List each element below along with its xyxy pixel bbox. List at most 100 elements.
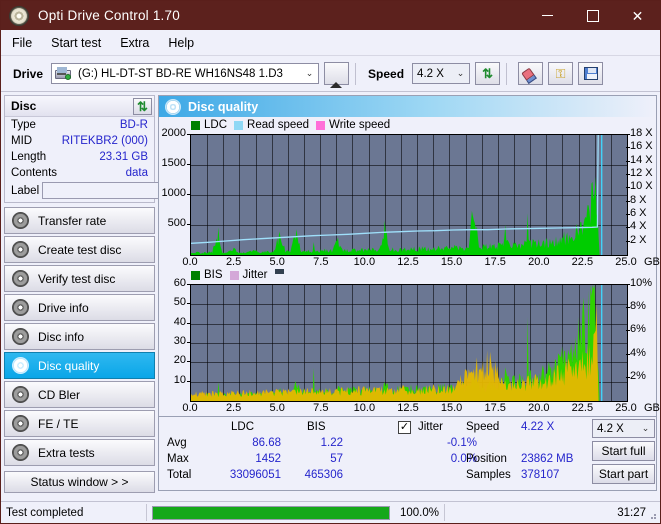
sidebar-item-disc-info[interactable]: Disc info xyxy=(4,323,155,350)
nav-list: Transfer rate Create test disc Verify te… xyxy=(4,207,155,493)
sidebar-item-extra-tests[interactable]: Extra tests xyxy=(4,439,155,466)
y2-tick-mark xyxy=(626,227,630,229)
chart-legend-top: LDC Read speed Write speed xyxy=(191,119,390,131)
refresh-icon: ⇅ xyxy=(482,66,493,81)
y-tick-label: 2000 xyxy=(161,127,186,139)
ldc-read-speed-plot[interactable] xyxy=(190,134,628,256)
y-tick-mark xyxy=(187,134,190,135)
y2-tick-label: 12 X xyxy=(630,167,653,179)
toolbar-divider-2 xyxy=(506,62,508,85)
jitter-label: Jitter xyxy=(418,421,443,433)
x-tick-label: 2.5 xyxy=(225,402,242,414)
x-tick-label: 2.5 xyxy=(225,256,242,268)
sidebar-item-label: Disc info xyxy=(38,329,85,344)
minimize-icon xyxy=(542,15,553,16)
x-tick-label: 12.5 xyxy=(397,402,419,414)
legend-swatch-jitter xyxy=(229,270,239,280)
refresh-button[interactable]: ⇅ xyxy=(475,62,501,85)
maximize-button[interactable] xyxy=(570,1,615,30)
sidebar-item-cd-bler[interactable]: CD Bler xyxy=(4,381,155,408)
y-tick-label: 500 xyxy=(167,217,186,229)
sidebar-item-create-test-disc[interactable]: Create test disc xyxy=(4,236,155,263)
x-tick-label: 7.5 xyxy=(313,402,329,414)
menu-item-extra[interactable]: Extra xyxy=(120,34,159,52)
disc-label-row: Label xyxy=(5,181,231,202)
keys-button[interactable]: ⚿ xyxy=(548,62,574,85)
progress-percent: 100.0% xyxy=(400,506,440,519)
y-tick-label: 20 xyxy=(173,354,186,367)
stats-max-bis: 57 xyxy=(330,453,343,465)
sidebar-item-label: Verify test disc xyxy=(38,271,116,286)
y2-tick-label: 14 X xyxy=(630,153,653,166)
y-tick-mark xyxy=(187,322,190,324)
y2-tick-label: 2 X xyxy=(630,233,647,246)
sidebar-item-label: Disc quality xyxy=(38,358,100,373)
stats-row-label-max: Max xyxy=(167,453,189,465)
x-tick-label: 12.5 xyxy=(397,256,419,268)
disc-row-value: data xyxy=(125,167,148,179)
y2-tick-mark xyxy=(626,376,630,378)
y2-tick-mark xyxy=(626,240,630,242)
sidebar-item-verify-test-disc[interactable]: Verify test disc xyxy=(4,265,155,292)
drive-select[interactable]: (G:) HL-DT-ST BD-RE WH16NS48 1.D3 ⌄ xyxy=(51,63,320,84)
toolbar-divider-1 xyxy=(355,62,357,85)
disc-icon xyxy=(12,328,29,345)
disc-row-value: BD-R xyxy=(119,119,148,131)
y2-tick-label: 6% xyxy=(630,323,646,336)
y2-tick-label: 6 X xyxy=(630,207,647,219)
save-button[interactable] xyxy=(578,62,604,85)
y2-tick-mark xyxy=(626,307,630,309)
x-tick-label: 17.5 xyxy=(484,402,506,414)
legend-swatch-read-speed xyxy=(234,120,244,130)
jitter-checkbox[interactable]: ✓ xyxy=(398,421,411,434)
sidebar-item-drive-info[interactable]: Drive info xyxy=(4,294,155,321)
sidebar-item-transfer-rate[interactable]: Transfer rate xyxy=(4,207,155,234)
position-stat-value: 23862 MB xyxy=(521,453,574,465)
sidebar-item-fe-te[interactable]: FE / TE xyxy=(4,410,155,437)
sidebar-item-disc-quality[interactable]: Disc quality xyxy=(4,352,155,379)
menu-item-file[interactable]: File xyxy=(12,34,42,52)
disc-label-key: Label xyxy=(11,184,40,197)
minimize-button[interactable] xyxy=(525,1,570,30)
disc-quality-card: Disc quality LDC Read speed Write speed … xyxy=(158,95,660,491)
disc-icon xyxy=(12,270,29,287)
status-window-button[interactable]: Status window > > xyxy=(4,471,155,493)
disc-row-key: Type xyxy=(11,119,36,131)
x-tick-label: 20.0 xyxy=(528,256,550,268)
x-tick-label: 0.0 xyxy=(182,402,198,414)
speed-select-value: 4.2 X xyxy=(417,67,444,80)
menu-item-start-test[interactable]: Start test xyxy=(51,34,111,52)
start-part-button[interactable]: Start part xyxy=(592,464,655,484)
close-button[interactable]: ✕ xyxy=(615,1,660,30)
stats-total-bis: 465306 xyxy=(304,469,343,481)
sidebar-item-label: Create test disc xyxy=(38,242,122,257)
disc-panel-title: Disc xyxy=(11,99,37,113)
disc-refresh-button[interactable]: ⇅ xyxy=(133,97,152,115)
save-icon xyxy=(583,67,598,80)
disc-panel: Disc ⇅ Type BD-R MID RITEKBR2 (000) Leng… xyxy=(4,95,231,203)
disc-icon xyxy=(12,212,29,229)
y2-tick-mark xyxy=(626,284,630,285)
y-tick-label: 1500 xyxy=(161,157,186,169)
eject-button[interactable] xyxy=(324,62,350,88)
x-tick-label: 22.5 xyxy=(571,402,594,414)
x-tick-label: 5.0 xyxy=(269,402,285,414)
y-tick-mark xyxy=(187,224,190,225)
speed-select[interactable]: 4.2 X ⌄ xyxy=(412,63,471,84)
stats-max-ldc: 1452 xyxy=(255,453,281,465)
erase-button[interactable] xyxy=(518,62,544,85)
start-full-button[interactable]: Start full xyxy=(592,441,655,461)
legend-label-write-speed: Write speed xyxy=(329,119,391,131)
legend-swatch-write-speed xyxy=(316,120,326,130)
menu-item-help[interactable]: Help xyxy=(168,34,204,52)
y2-tick-mark xyxy=(626,353,630,355)
test-speed-select[interactable]: 4.2 X ⌄ xyxy=(592,419,655,438)
y2-tick-label: 16 X xyxy=(630,140,653,153)
y-tick-label: 60 xyxy=(173,277,186,289)
resize-grip[interactable] xyxy=(647,510,657,520)
bis-jitter-plot[interactable] xyxy=(190,284,628,402)
sidebar: Disc ⇅ Type BD-R MID RITEKBR2 (000) Leng… xyxy=(1,92,231,493)
app-disc-icon xyxy=(9,5,29,26)
stats-header-ldc: LDC xyxy=(231,421,255,433)
y2-tick-label: 8% xyxy=(630,300,646,313)
